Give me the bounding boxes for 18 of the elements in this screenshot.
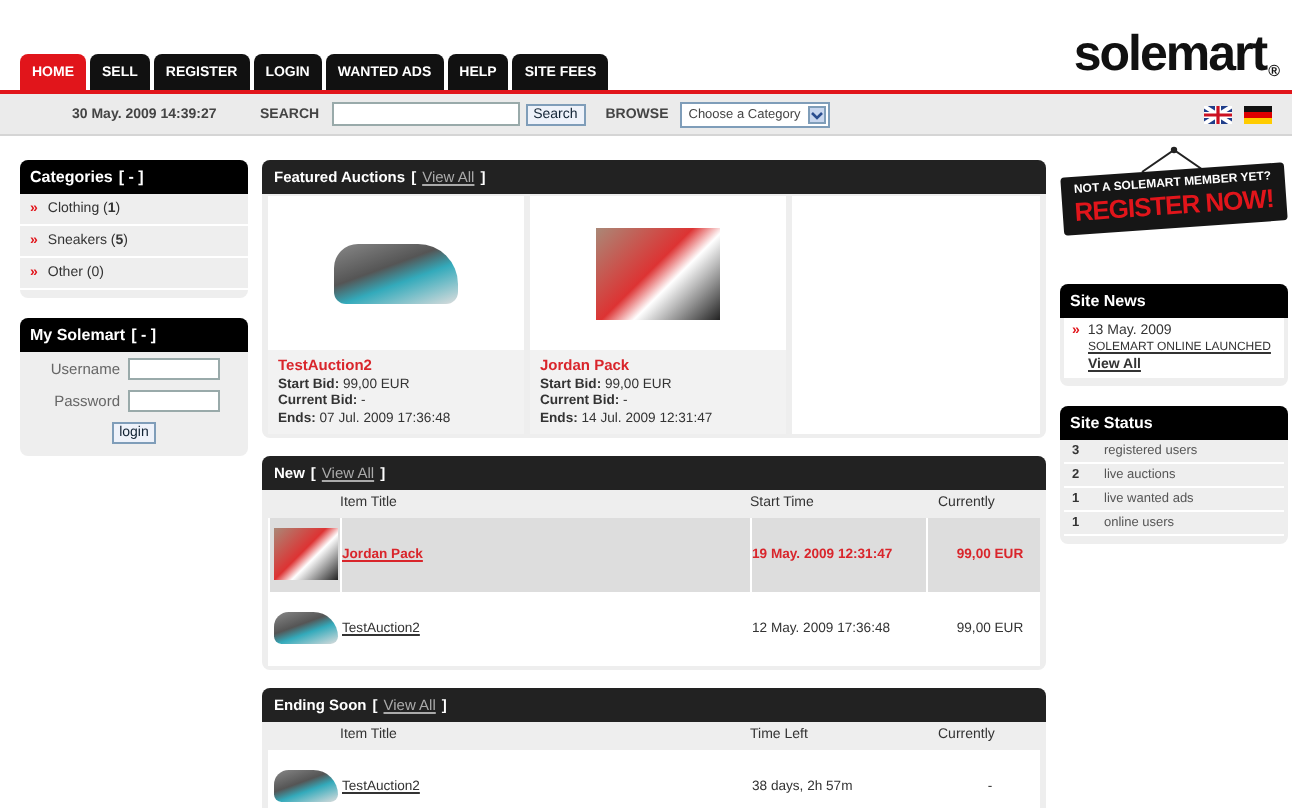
german-flag-icon[interactable] (1244, 105, 1272, 123)
thumbnail-placeholder[interactable] (273, 528, 337, 580)
thumbnail-placeholder[interactable] (273, 612, 337, 644)
photo-placeholder[interactable] (596, 227, 720, 319)
panel-title: My Solemart (30, 326, 126, 344)
panel-title: Categories (30, 168, 113, 186)
site-logo[interactable]: solemart® (1073, 26, 1280, 84)
password-field[interactable] (128, 390, 220, 412)
collapse-toggle[interactable]: [ - ] (118, 168, 144, 186)
panel-title: Site Status (1070, 414, 1153, 432)
panel-title: Site News (1070, 292, 1146, 310)
dropdown-caret-icon[interactable] (808, 105, 827, 123)
search-field[interactable] (331, 102, 520, 126)
thumbnail-placeholder[interactable] (273, 770, 337, 802)
username-field[interactable] (128, 358, 220, 380)
uk-flag-icon[interactable] (1204, 105, 1232, 123)
collapse-toggle[interactable]: [ - ] (131, 326, 157, 344)
photo-placeholder[interactable] (334, 243, 458, 303)
